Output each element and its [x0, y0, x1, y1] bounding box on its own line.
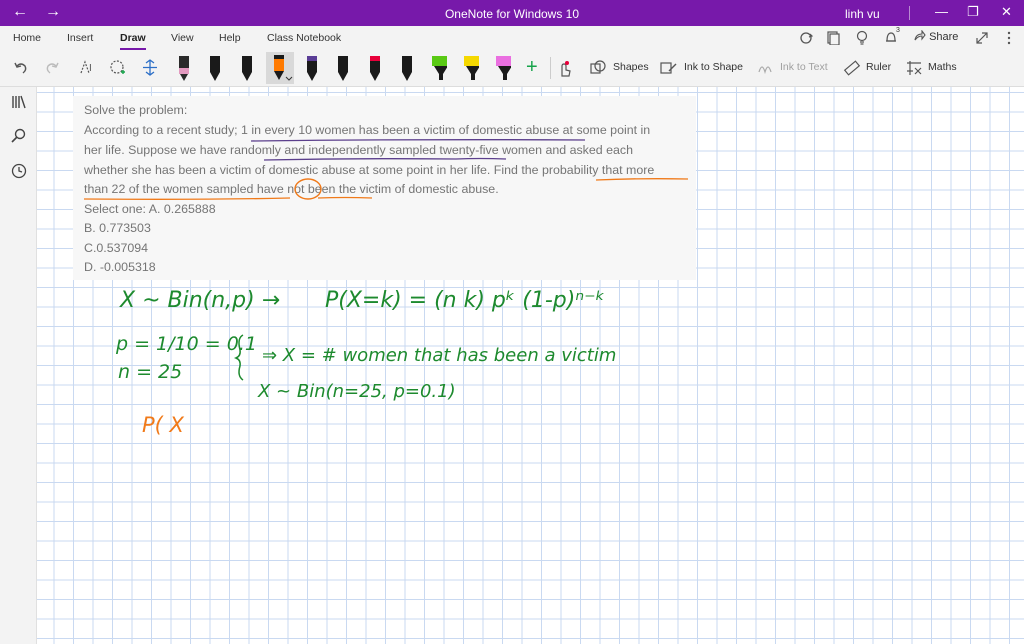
ink-underline-more — [595, 178, 689, 181]
ink-probability-start: P( X — [142, 413, 185, 437]
ink-n-value: n = 25 — [118, 361, 182, 383]
ink-circle-not — [294, 178, 322, 200]
ink-underline-been-the — [317, 196, 373, 199]
ink-x-definition: ⇒ X = # women that has been a victim — [262, 345, 616, 366]
ink-underline-study — [250, 139, 586, 142]
ink-underline-sampled — [263, 158, 457, 161]
ink-x-distribution: X ~ Bin(n=25, p=0.1) — [257, 381, 456, 402]
ink-binomial-definition: X ~ Bin(n,p) → — [119, 288, 280, 313]
ink-layer: X ~ Bin(n,p) → P(X=k) = (n k) pᵏ (1-p)ⁿ⁻… — [83, 139, 689, 437]
ink-binomial-pmf: P(X=k) = (n k) pᵏ (1-p)ⁿ⁻ᵏ — [325, 288, 605, 313]
ink-p-value: p = 1/10 = 0.1 — [115, 333, 257, 355]
ink-underline-than-22 — [83, 197, 291, 200]
ink-underline-twenty-five — [455, 157, 507, 160]
